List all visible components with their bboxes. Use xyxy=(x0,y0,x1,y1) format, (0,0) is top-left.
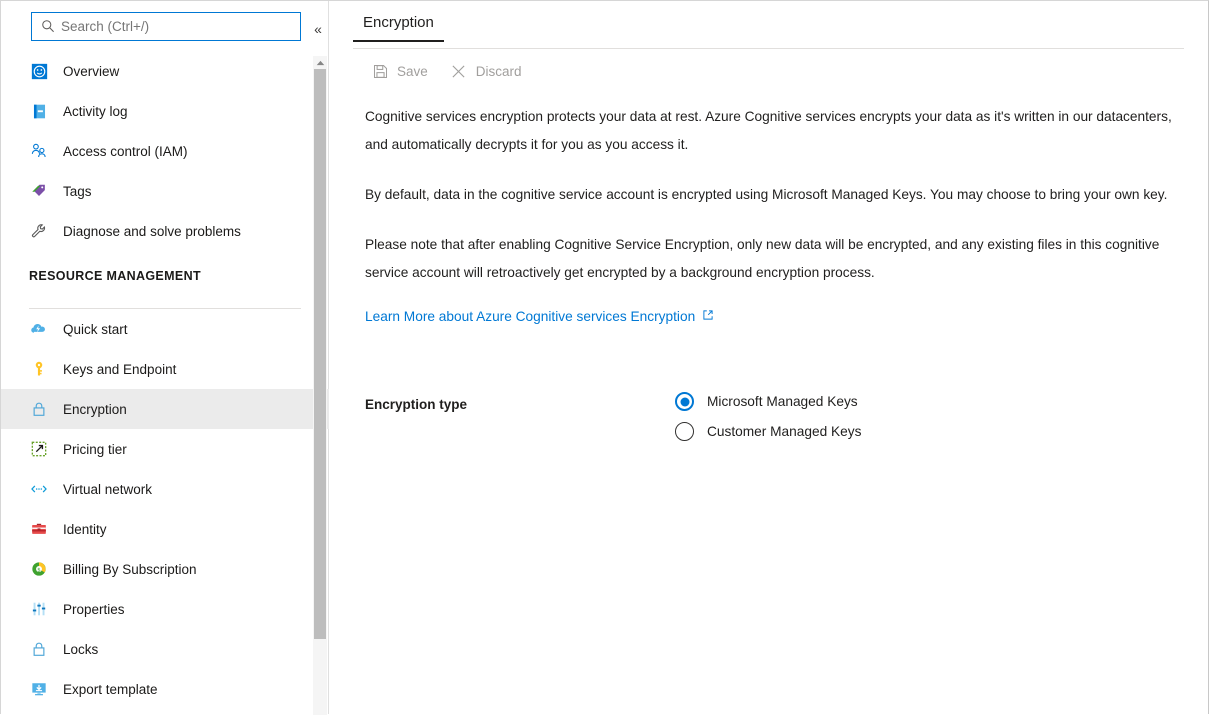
sidebar-item-identity[interactable]: Identity xyxy=(1,509,329,549)
key-icon xyxy=(29,359,49,379)
sidebar-item-label: Identity xyxy=(63,521,107,537)
sidebar-item-label: Access control (IAM) xyxy=(63,143,188,159)
sidebar-item-label: Properties xyxy=(63,601,125,617)
sidebar-scrollbar[interactable] xyxy=(313,56,327,715)
save-button[interactable]: Save xyxy=(365,57,438,85)
radio-microsoft-managed-keys[interactable]: Microsoft Managed Keys xyxy=(675,392,861,411)
sidebar-item-label: Activity log xyxy=(63,103,128,119)
sidebar-search-row xyxy=(1,1,328,51)
access-control-icon xyxy=(29,141,49,161)
sidebar-item-export-template[interactable]: Export template xyxy=(1,669,329,709)
locks-icon xyxy=(29,639,49,659)
pricing-tier-icon xyxy=(29,439,49,459)
sidebar-item-label: Export template xyxy=(63,681,158,697)
encryption-blade-content: Encryption Save Discard Cognitive servic… xyxy=(329,1,1208,714)
sidebar-item-label: Virtual network xyxy=(63,481,153,497)
virtual-network-icon xyxy=(29,479,49,499)
export-template-icon xyxy=(29,679,49,699)
search-box[interactable] xyxy=(31,11,301,41)
sidebar-item-tags[interactable]: Tags xyxy=(1,171,329,211)
sidebar-top-list: Overview Activity log Access control (IA… xyxy=(1,51,329,251)
radio-label: Customer Managed Keys xyxy=(707,424,862,439)
sidebar-item-label: Locks xyxy=(63,641,99,657)
encryption-type-label: Encryption type xyxy=(365,397,468,412)
sidebar-item-label: Pricing tier xyxy=(63,441,127,457)
collapse-menu-button[interactable]: « xyxy=(309,21,327,39)
encryption-body: Cognitive services encryption protects y… xyxy=(353,103,1208,441)
sidebar-item-properties[interactable]: Properties xyxy=(1,589,329,629)
sidebar-item-billing-by-subscription[interactable]: $ Billing By Subscription xyxy=(1,549,329,589)
tab-encryption[interactable]: Encryption xyxy=(353,1,444,42)
radio-label: Microsoft Managed Keys xyxy=(707,394,858,409)
sidebar-item-virtual-network[interactable]: Virtual network xyxy=(1,469,329,509)
save-button-label: Save xyxy=(397,63,428,79)
learn-more-link-label: Learn More about Azure Cognitive service… xyxy=(365,309,696,324)
sidebar-item-keys-and-endpoint[interactable]: Keys and Endpoint xyxy=(1,349,329,389)
sidebar-item-locks[interactable]: Locks xyxy=(1,629,329,669)
search-input[interactable] xyxy=(61,18,276,34)
sidebar-item-access-control[interactable]: Access control (IAM) xyxy=(1,131,329,171)
encryption-type-row: Encryption type Microsoft Managed Keys C… xyxy=(365,392,1192,441)
command-toolbar: Save Discard xyxy=(353,49,1208,93)
radio-customer-managed-keys[interactable]: Customer Managed Keys xyxy=(675,422,861,441)
identity-icon xyxy=(29,519,49,539)
search-icon xyxy=(41,19,55,33)
sidebar-item-label: Encryption xyxy=(63,401,127,417)
encryption-type-radio-group: Microsoft Managed Keys Customer Managed … xyxy=(675,392,861,441)
scrollbar-thumb[interactable] xyxy=(314,69,326,639)
tabbar-underline xyxy=(353,48,1184,49)
save-icon xyxy=(371,62,389,80)
resource-menu-sidebar: « Overview xyxy=(1,1,329,715)
overview-icon xyxy=(29,61,49,81)
external-link-icon xyxy=(702,309,714,324)
sidebar-item-label: Overview xyxy=(63,63,120,79)
sidebar-item-encryption[interactable]: Encryption xyxy=(1,389,329,429)
radio-mark-selected-icon xyxy=(675,392,694,411)
svg-text:$: $ xyxy=(37,567,40,573)
default-keys-paragraph: By default, data in the cognitive servic… xyxy=(365,187,1168,202)
activity-log-icon xyxy=(29,101,49,121)
intro-paragraph: Cognitive services encryption protects y… xyxy=(365,109,1172,152)
discard-button[interactable]: Discard xyxy=(444,57,532,85)
discard-icon xyxy=(450,62,468,80)
tabbar: Encryption xyxy=(353,1,1208,49)
properties-icon xyxy=(29,599,49,619)
sidebar-section-resource-management: Resource management xyxy=(1,251,329,299)
lock-icon xyxy=(29,399,49,419)
sidebar-item-label: Diagnose and solve problems xyxy=(63,223,241,239)
sidebar-item-diagnose[interactable]: Diagnose and solve problems xyxy=(1,211,329,251)
learn-more-link[interactable]: Learn More about Azure Cognitive service… xyxy=(365,309,714,324)
sidebar-item-overview[interactable]: Overview xyxy=(1,51,329,91)
scroll-up-arrow-icon[interactable] xyxy=(313,56,327,69)
sidebar-scroll-area: Overview Activity log Access control (IA… xyxy=(1,51,329,715)
sidebar-item-label: Tags xyxy=(63,183,92,199)
sidebar-item-label: Keys and Endpoint xyxy=(63,361,177,377)
retroactive-note-paragraph: Please note that after enabling Cognitiv… xyxy=(365,237,1160,280)
sidebar-item-label: Billing By Subscription xyxy=(63,561,197,577)
sidebar-section-title: Resource management xyxy=(29,269,201,283)
radio-mark-unselected-icon xyxy=(675,422,694,441)
discard-button-label: Discard xyxy=(475,63,522,79)
sidebar-item-pricing-tier[interactable]: Pricing tier xyxy=(1,429,329,469)
sidebar-section-list: Quick start Keys and Endpoint Encryption… xyxy=(1,309,329,709)
sidebar-item-quick-start[interactable]: Quick start xyxy=(1,309,329,349)
azure-portal-blade: « Overview xyxy=(0,0,1209,715)
sidebar-item-activity-log[interactable]: Activity log xyxy=(1,91,329,131)
wrench-icon xyxy=(29,221,49,241)
sidebar-item-label: Quick start xyxy=(63,321,128,337)
billing-icon: $ xyxy=(29,559,49,579)
quick-start-icon xyxy=(29,319,49,339)
tags-icon xyxy=(29,181,49,201)
